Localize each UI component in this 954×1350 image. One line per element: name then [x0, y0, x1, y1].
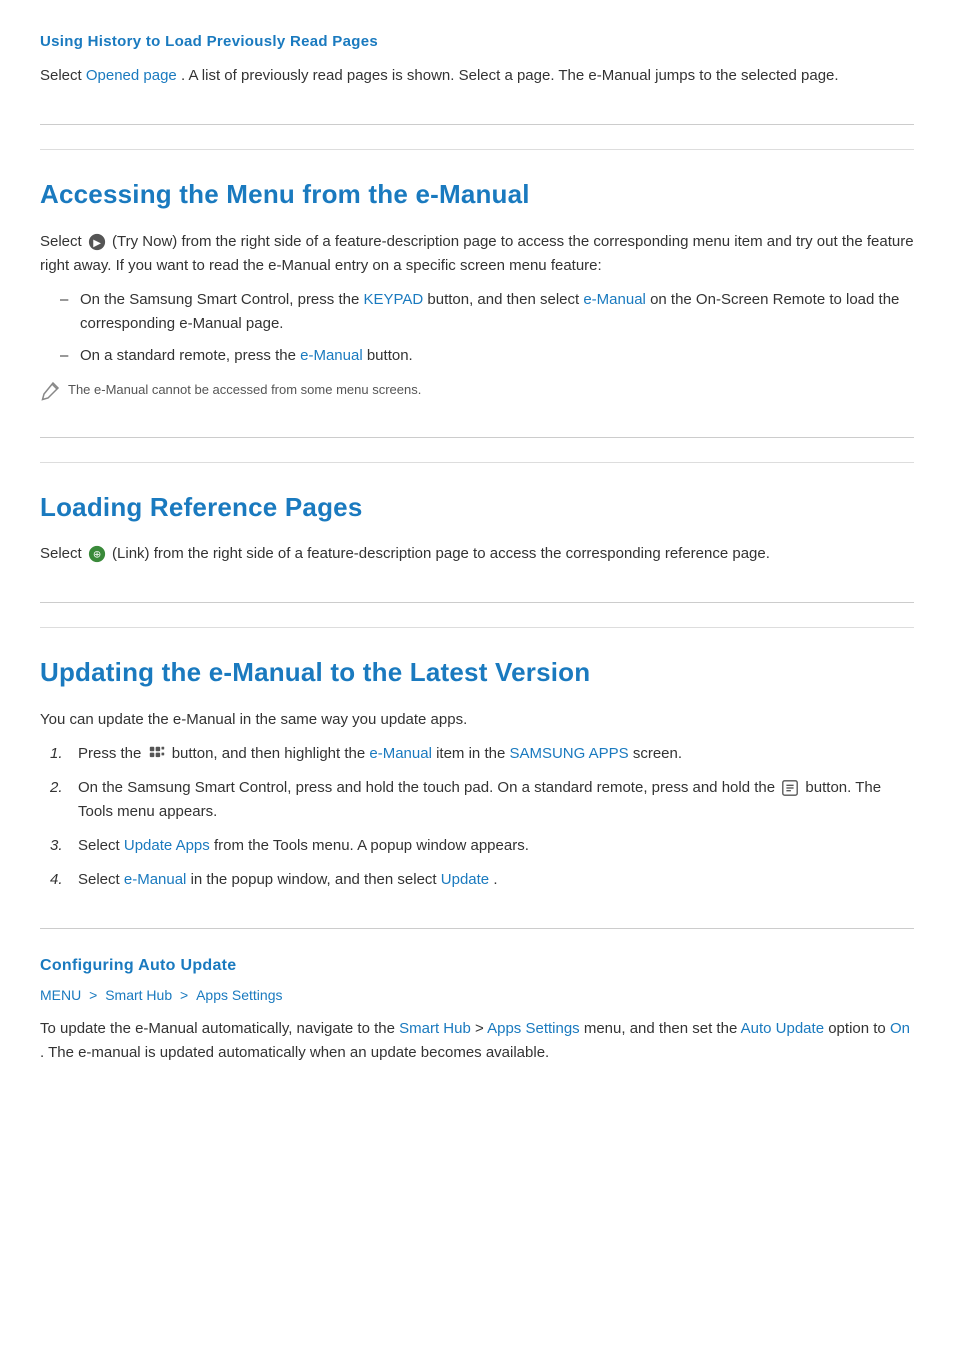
step-2-num: 2. — [50, 776, 63, 800]
updating-intro: You can update the e-Manual in the same … — [40, 708, 914, 732]
step1-post: item in the — [436, 745, 509, 762]
history-title: Using History to Load Previously Read Pa… — [40, 30, 914, 54]
auto-para-pre: To update the e-Manual automatically, na… — [40, 1020, 399, 1037]
auto-update-keyword: Auto Update — [741, 1020, 824, 1037]
bullet2-pre: On a standard remote, press the — [80, 347, 300, 364]
breadcrumb-sep-1: > — [89, 987, 101, 1003]
auto-apps-settings: Apps Settings — [487, 1020, 580, 1037]
accessing-title: Accessing the Menu from the e-Manual — [40, 174, 914, 216]
updating-section: Updating the e-Manual to the Latest Vers… — [40, 627, 914, 892]
step-4: 4. Select e-Manual in the popup window, … — [50, 868, 914, 892]
bullet1-pre: On the Samsung Smart Control, press the — [80, 291, 363, 308]
step2-text: On the Samsung Smart Control, press and … — [78, 779, 779, 796]
history-select-text: Select — [40, 67, 86, 84]
note-line: The e-Manual cannot be accessed from som… — [40, 380, 914, 401]
svg-text:⊕: ⊕ — [93, 550, 101, 561]
step3-update-apps: Update Apps — [124, 837, 210, 854]
step4-mid: in the popup window, and then select — [191, 871, 441, 888]
svg-text:▶: ▶ — [93, 238, 101, 249]
breadcrumb-smarthub[interactable]: Smart Hub — [105, 987, 172, 1003]
step4-end: . — [493, 871, 497, 888]
accessing-menu-section: Accessing the Menu from the e-Manual Sel… — [40, 149, 914, 401]
auto-update-section: Configuring Auto Update MENU > Smart Hub… — [40, 953, 914, 1065]
link-icon: ⊕ — [88, 545, 106, 563]
loading-paragraph: Select ⊕ (Link) from the right side of a… — [40, 542, 914, 566]
loading-select-text: Select — [40, 545, 86, 562]
step3-post: from the Tools menu. A popup window appe… — [214, 837, 529, 854]
step-1-num: 1. — [50, 742, 63, 766]
updating-steps-list: 1. Press the button, and then highlight … — [40, 742, 914, 892]
keypad-keyword: KEYPAD — [363, 291, 423, 308]
tools-button-icon — [781, 779, 799, 797]
emanual-keyword-2: e-Manual — [300, 347, 363, 364]
bullet1-mid: button, and then select — [427, 291, 583, 308]
auto-update-title: Configuring Auto Update — [40, 953, 914, 979]
step3-pre: Select — [78, 837, 124, 854]
auto-option: option to — [828, 1020, 890, 1037]
emanual-keyword-1: e-Manual — [583, 291, 646, 308]
bullet-item-2: On a standard remote, press the e-Manual… — [60, 344, 914, 368]
breadcrumb: MENU > Smart Hub > Apps Settings — [40, 984, 914, 1006]
auto-on-keyword: On — [890, 1020, 910, 1037]
auto-sep: > — [475, 1020, 487, 1037]
step-4-num: 4. — [50, 868, 63, 892]
auto-smarthub: Smart Hub — [399, 1020, 471, 1037]
step1-mid: button, and then highlight the — [172, 745, 370, 762]
loading-title: Loading Reference Pages — [40, 487, 914, 529]
auto-end: . The e-manual is updated automatically … — [40, 1044, 549, 1061]
updating-title: Updating the e-Manual to the Latest Vers… — [40, 652, 914, 694]
note-text: The e-Manual cannot be accessed from som… — [68, 380, 421, 401]
section-divider-4 — [40, 928, 914, 929]
section-divider-1 — [40, 124, 914, 125]
breadcrumb-apps-settings[interactable]: Apps Settings — [196, 987, 282, 1003]
accessing-intro: Select ▶ (Try Now) from the right side o… — [40, 230, 914, 278]
step-1: 1. Press the button, and then highlight … — [50, 742, 914, 766]
step-2: 2. On the Samsung Smart Control, press a… — [50, 776, 914, 824]
step1-end: screen. — [633, 745, 682, 762]
pencil-icon — [40, 381, 60, 401]
select-text: Select — [40, 233, 86, 250]
step4-pre: Select — [78, 871, 124, 888]
section-divider-2 — [40, 437, 914, 438]
step1-apps: SAMSUNG APPS — [509, 745, 628, 762]
breadcrumb-menu[interactable]: MENU — [40, 987, 81, 1003]
accessing-bullet-list: On the Samsung Smart Control, press the … — [40, 288, 914, 368]
section-divider-3 — [40, 602, 914, 603]
step4-update: Update — [441, 871, 489, 888]
step1-pre: Press the — [78, 745, 146, 762]
history-paragraph: Select Opened page . A list of previousl… — [40, 64, 914, 88]
step-3: 3. Select Update Apps from the Tools men… — [50, 834, 914, 858]
step4-emanual: e-Manual — [124, 871, 187, 888]
loading-reference-section: Loading Reference Pages Select ⊕ (Link) … — [40, 462, 914, 567]
step-3-num: 3. — [50, 834, 63, 858]
try-now-icon: ▶ — [88, 233, 106, 251]
loading-para-post: (Link) from the right side of a feature-… — [112, 545, 770, 562]
accessing-intro-rest: (Try Now) from the right side of a featu… — [40, 233, 914, 274]
bullet2-post: button. — [367, 347, 413, 364]
apps-button-icon — [148, 745, 166, 763]
history-rest-text: . A list of previously read pages is sho… — [181, 67, 839, 84]
history-section: Using History to Load Previously Read Pa… — [40, 30, 914, 88]
auto-mid: menu, and then set the — [584, 1020, 741, 1037]
auto-update-paragraph: To update the e-Manual automatically, na… — [40, 1017, 914, 1065]
step1-emanual: e-Manual — [369, 745, 432, 762]
opened-page-link[interactable]: Opened page — [86, 67, 177, 84]
breadcrumb-sep-2: > — [180, 987, 192, 1003]
bullet-item-1: On the Samsung Smart Control, press the … — [60, 288, 914, 336]
